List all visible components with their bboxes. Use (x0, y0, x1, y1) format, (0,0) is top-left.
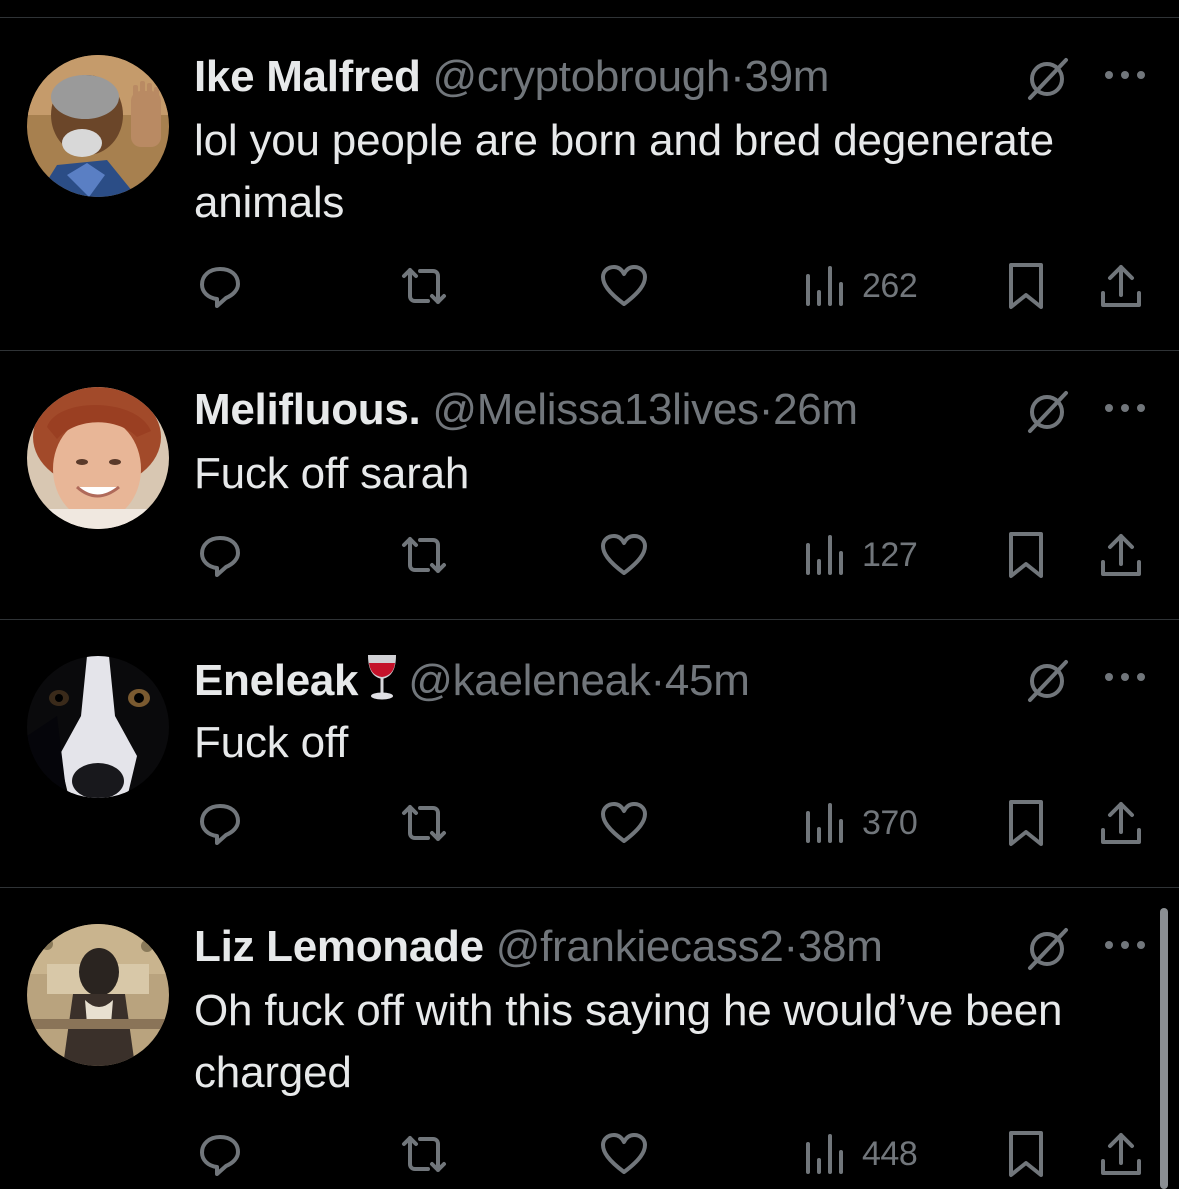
avatar-image (27, 55, 169, 197)
more-icon[interactable] (1102, 393, 1148, 428)
retweet-icon[interactable] (396, 795, 452, 851)
views-button[interactable]: 370 (804, 795, 918, 851)
share-icon[interactable] (1098, 795, 1144, 851)
views-button[interactable]: 262 (804, 258, 918, 314)
bookmark-icon[interactable] (1006, 258, 1046, 314)
tweet-header: Eneleak @kaeleneak·45m (194, 653, 750, 713)
more-icon[interactable] (1102, 930, 1148, 965)
separator-dot: · (783, 922, 799, 971)
display-name[interactable]: Ike Malfred (194, 52, 421, 101)
tweet[interactable]: Melifluous. @Melissa13lives·26m Fuck off… (0, 351, 1179, 620)
reply-icon[interactable] (196, 1126, 244, 1182)
timestamp[interactable]: 26m (773, 385, 858, 434)
avatar-image (27, 656, 169, 798)
heart-icon[interactable] (598, 1126, 650, 1182)
more-icon[interactable] (1102, 60, 1148, 95)
tweet-text: lol you people are born and bred degener… (194, 116, 1054, 227)
avatar[interactable] (27, 387, 169, 529)
heart-icon[interactable] (598, 258, 650, 314)
bookmark-icon[interactable] (1006, 1126, 1046, 1182)
avatar[interactable] (27, 656, 169, 798)
reply-icon[interactable] (196, 795, 244, 851)
user-handle[interactable]: @cryptobrough (433, 52, 731, 101)
bookmark-icon[interactable] (1006, 527, 1046, 583)
bookmark-icon[interactable] (1006, 795, 1046, 851)
display-name[interactable]: Liz Lemonade (194, 922, 484, 971)
tweet[interactable]: Liz Lemonade @frankiecass2·38m Oh fuck o… (0, 888, 1179, 1189)
separator-dot: · (730, 52, 745, 101)
action-bar: 127 (0, 527, 1179, 583)
views-button[interactable]: 127 (804, 527, 918, 583)
separator-dot: · (758, 385, 774, 434)
reply-icon[interactable] (196, 258, 244, 314)
user-handle[interactable]: @Melissa13lives (432, 385, 759, 434)
tweet-text: Fuck off (194, 718, 349, 767)
scrollbar[interactable] (1160, 908, 1168, 1189)
avatar[interactable] (27, 924, 169, 1066)
grok-icon[interactable] (1022, 656, 1072, 711)
display-name[interactable]: Eneleak (194, 656, 359, 705)
retweet-icon[interactable] (396, 527, 452, 583)
separator-dot: · (650, 656, 666, 705)
heart-icon[interactable] (598, 527, 650, 583)
avatar[interactable] (27, 55, 169, 197)
tweet[interactable]: Eneleak @kaeleneak·45m Fuck off 370 (0, 620, 1179, 888)
tweet-text: Fuck off sarah (194, 449, 470, 498)
views-count: 262 (862, 266, 918, 305)
timestamp[interactable]: 39m (744, 52, 829, 101)
share-icon[interactable] (1098, 258, 1144, 314)
share-icon[interactable] (1098, 1126, 1144, 1182)
avatar-image (27, 387, 169, 529)
grok-icon[interactable] (1022, 924, 1072, 979)
tweet[interactable]: Ike Malfred @cryptobrough·39m lol you pe… (0, 18, 1179, 351)
timestamp[interactable]: 45m (665, 656, 750, 705)
views-count: 448 (862, 1134, 918, 1173)
user-handle[interactable]: @frankiecass2 (496, 922, 784, 971)
tweet-header: Ike Malfred @cryptobrough·39m (194, 51, 829, 103)
wine-glass-emoji (362, 653, 402, 713)
action-bar: 448 (0, 1126, 1179, 1182)
views-icon (806, 1134, 843, 1174)
views-button[interactable]: 448 (804, 1126, 918, 1182)
user-handle[interactable]: @kaeleneak (408, 656, 651, 705)
grok-icon[interactable] (1022, 387, 1072, 442)
heart-icon[interactable] (598, 795, 650, 851)
tweet-header: Melifluous. @Melissa13lives·26m (194, 384, 858, 436)
timestamp[interactable]: 38m (798, 922, 883, 971)
more-icon[interactable] (1102, 662, 1148, 697)
retweet-icon[interactable] (396, 1126, 452, 1182)
action-bar: 262 (0, 258, 1179, 314)
views-count: 127 (862, 535, 918, 574)
retweet-icon[interactable] (396, 258, 452, 314)
share-icon[interactable] (1098, 527, 1144, 583)
views-icon (806, 266, 843, 306)
display-name[interactable]: Melifluous. (194, 385, 421, 434)
views-count: 370 (862, 803, 918, 842)
action-bar: 370 (0, 795, 1179, 851)
reply-icon[interactable] (196, 527, 244, 583)
views-icon (806, 803, 843, 843)
avatar-image (27, 924, 169, 1066)
views-icon (806, 535, 843, 575)
grok-icon[interactable] (1022, 54, 1072, 109)
tweet-text: Oh fuck off with this saying he would’ve… (194, 986, 1063, 1097)
tweet-header: Liz Lemonade @frankiecass2·38m (194, 921, 883, 973)
